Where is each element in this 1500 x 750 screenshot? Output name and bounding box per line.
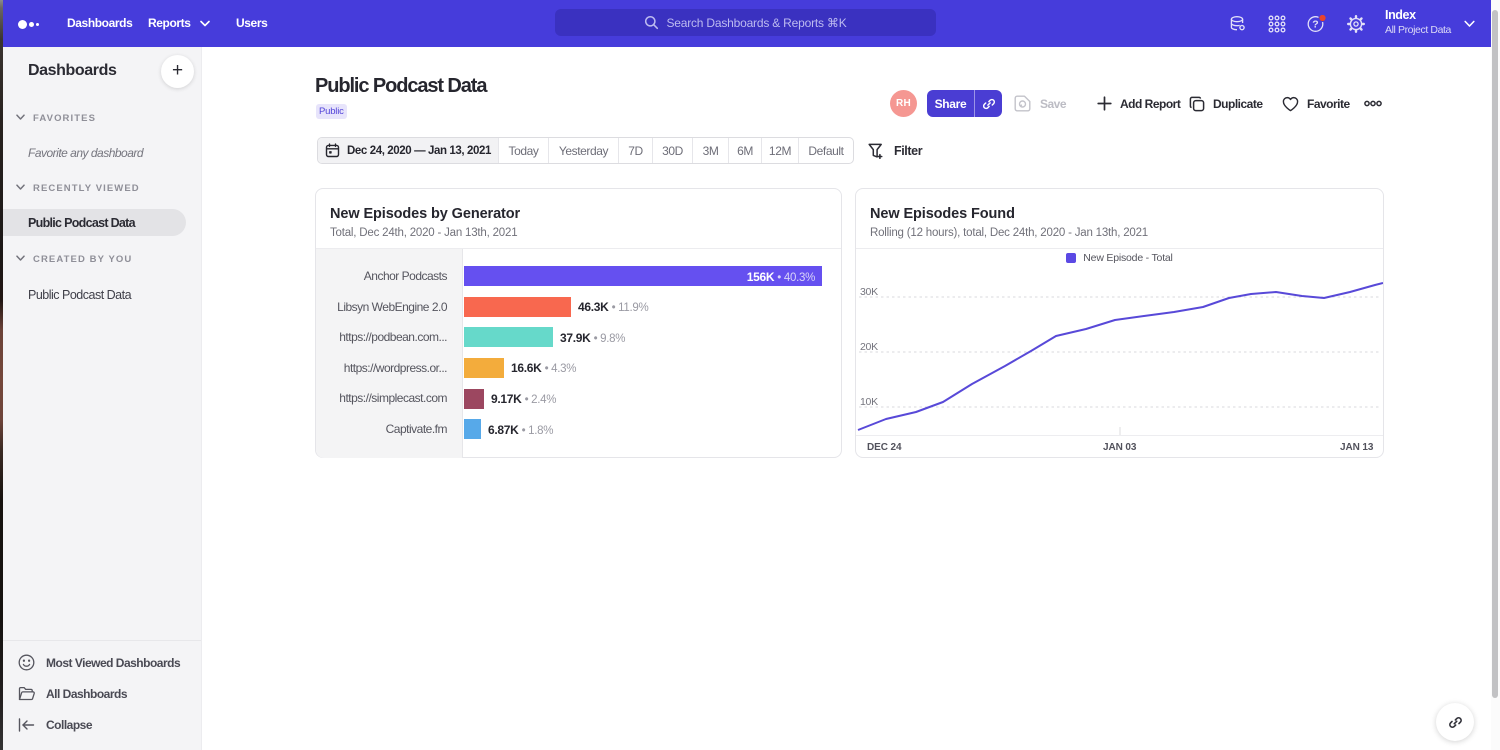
- svg-text:?: ?: [1312, 19, 1318, 31]
